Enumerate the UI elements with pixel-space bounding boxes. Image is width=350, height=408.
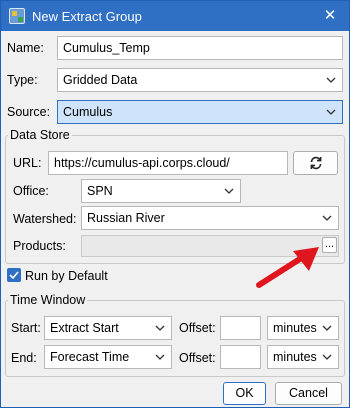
app-icon <box>9 8 25 24</box>
end-label: End: <box>11 351 37 365</box>
close-button[interactable]: ✕ <box>317 4 343 28</box>
start-label: Start: <box>11 321 41 335</box>
end-offset-unit-select[interactable]: minutes <box>267 345 339 369</box>
start-select[interactable]: Extract Start <box>44 316 172 340</box>
refresh-button[interactable] <box>293 151 338 175</box>
checkmark-icon <box>9 271 19 280</box>
new-extract-group-dialog: New Extract Group ✕ Name: Cumulus_Temp T… <box>0 0 350 408</box>
chevron-down-icon <box>322 354 332 360</box>
chevron-down-icon <box>326 109 336 115</box>
type-select-value: Gridded Data <box>63 73 138 87</box>
end-select-value: Forecast Time <box>50 350 130 364</box>
chevron-down-icon <box>155 354 165 360</box>
source-label: Source: <box>7 105 51 119</box>
run-by-default-label: Run by Default <box>25 269 108 283</box>
cancel-button[interactable]: Cancel <box>275 382 342 405</box>
source-select-value: Cumulus <box>63 105 113 119</box>
end-offset-label: Offset: <box>179 351 216 365</box>
office-select-value: SPN <box>87 184 113 198</box>
type-label: Type: <box>7 73 38 87</box>
chevron-down-icon <box>326 77 336 83</box>
chevron-down-icon <box>322 325 332 331</box>
watershed-select[interactable]: Russian River <box>81 206 339 230</box>
end-select[interactable]: Forecast Time <box>44 345 172 369</box>
end-offset-input[interactable] <box>220 345 261 369</box>
url-input[interactable]: https://cumulus-api.corps.cloud/ <box>48 151 288 175</box>
data-store-legend: Data Store <box>10 128 70 142</box>
window-title: New Extract Group <box>32 9 142 24</box>
time-window-legend: Time Window <box>10 293 86 307</box>
name-input[interactable]: Cumulus_Temp <box>57 36 343 60</box>
title-bar[interactable]: New Extract Group ✕ <box>1 1 349 31</box>
watershed-select-value: Russian River <box>87 211 165 225</box>
office-label: Office: <box>13 184 49 198</box>
refresh-icon <box>310 156 322 170</box>
source-select[interactable]: Cumulus <box>57 100 343 124</box>
start-offset-unit-value: minutes <box>273 321 317 335</box>
start-offset-unit-select[interactable]: minutes <box>267 316 339 340</box>
start-offset-label: Offset: <box>179 321 216 335</box>
url-label: URL: <box>13 156 42 170</box>
start-select-value: Extract Start <box>50 321 119 335</box>
office-select[interactable]: SPN <box>81 179 241 203</box>
end-offset-unit-value: minutes <box>273 350 317 364</box>
annotation-arrow <box>256 247 319 288</box>
chevron-down-icon <box>322 215 332 221</box>
watershed-label: Watershed: <box>13 212 77 226</box>
chevron-down-icon <box>224 188 234 194</box>
start-offset-input[interactable] <box>220 316 261 340</box>
run-by-default-checkbox[interactable] <box>7 268 21 282</box>
chevron-down-icon <box>155 325 165 331</box>
ok-button[interactable]: OK <box>223 382 266 405</box>
products-label: Products: <box>13 239 66 253</box>
name-label: Name: <box>7 41 44 55</box>
type-select[interactable]: Gridded Data <box>57 68 343 92</box>
